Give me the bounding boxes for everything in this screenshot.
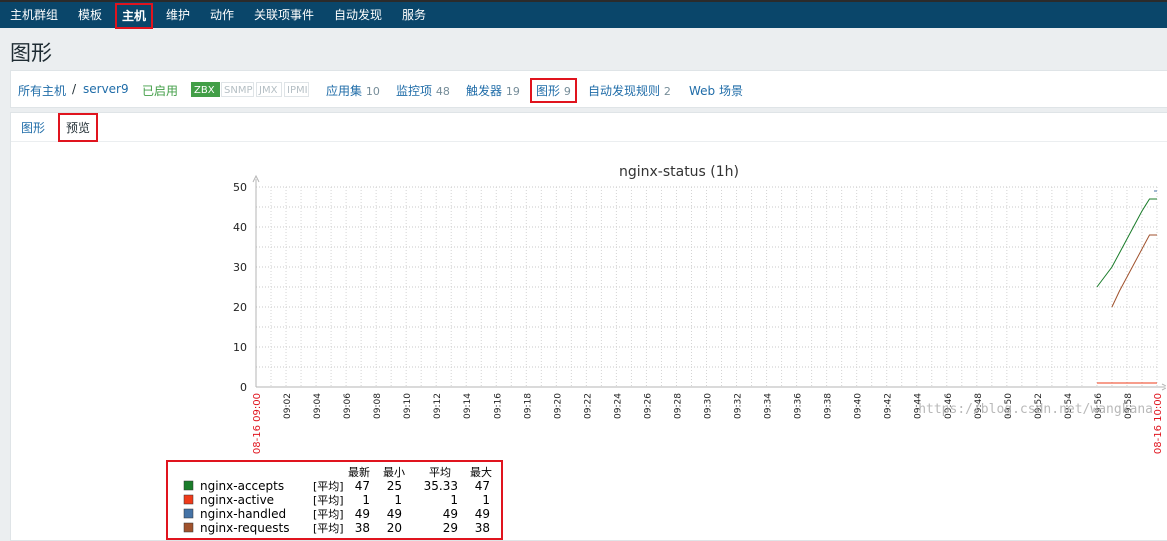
- applications-count: 10: [365, 85, 380, 98]
- y-tick-label: 0: [240, 381, 247, 394]
- triggers-count: 19: [505, 85, 520, 98]
- graphs-label: 图形: [536, 84, 561, 98]
- x-tick-label: 09:34: [764, 393, 774, 419]
- top-menu-bar: 主机群组 模板 主机 维护 动作 关联项事件 自动发现 服务: [0, 0, 1167, 29]
- host-link[interactable]: server9: [83, 82, 129, 96]
- web-scenarios-label: Web 场景: [689, 84, 743, 98]
- items-count: 48: [435, 85, 450, 98]
- host-navigation: 所有主机 / server9 已启用 ZBX SNMP JMX IPMI 应用集…: [10, 70, 1167, 108]
- x-tick-label: 09:30: [704, 393, 714, 419]
- zbx-availability-badge: ZBX: [191, 82, 220, 97]
- x-tick-label: 09:36: [794, 393, 804, 419]
- x-tick-label: 09:12: [433, 393, 443, 419]
- all-hosts-link[interactable]: 所有主机: [18, 82, 66, 99]
- nav-item-4[interactable]: 动作: [204, 2, 240, 28]
- x-start-time-label: 08-16 09:00: [252, 393, 263, 454]
- graph-axes: [252, 174, 1166, 391]
- triggers-label: 触发器: [466, 84, 503, 98]
- snmp-availability-badge: SNMP: [221, 82, 254, 97]
- nav-item-3[interactable]: 维护: [160, 2, 196, 28]
- x-tick-label: 09:02: [283, 393, 293, 419]
- x-tick-label: 09:04: [313, 393, 323, 419]
- x-tick-label: 09:22: [583, 393, 593, 419]
- series-line-nginx-requests: [1111, 234, 1157, 308]
- graphs-link[interactable]: 图形 9: [530, 78, 577, 103]
- y-tick-label: 30: [233, 261, 247, 274]
- x-end-time-label: 08-16 10:00: [1153, 393, 1164, 454]
- nav-item-7[interactable]: 服务: [396, 2, 432, 28]
- ipmi-availability-badge: IPMI: [284, 82, 309, 97]
- graph-title: nginx-status (1h): [619, 164, 739, 180]
- y-tick-label: 10: [233, 341, 247, 354]
- x-tick-label: 09:18: [523, 393, 533, 419]
- x-tick-label: 09:16: [493, 393, 503, 419]
- page-title: 图形: [10, 41, 52, 65]
- graph-panel: 图形 预览 nginx-status (1h) 0 10 20 30 40 50 09:0…: [10, 112, 1167, 541]
- web-scenarios-link[interactable]: Web 场景: [689, 82, 743, 99]
- y-tick-label: 20: [233, 301, 247, 314]
- y-tick-label: 40: [233, 221, 247, 234]
- host-status-enabled[interactable]: 已启用: [142, 82, 178, 99]
- x-tick-label: 09:14: [463, 393, 473, 419]
- x-tick-label: 09:20: [553, 393, 563, 419]
- graph-grid: [256, 186, 1158, 388]
- x-tick-label: 09:08: [373, 393, 383, 419]
- nav-item-6[interactable]: 自动发现: [328, 2, 388, 28]
- nav-item-1[interactable]: 模板: [72, 2, 108, 28]
- legend-highlight-frame: [166, 460, 503, 540]
- x-tick-label: 09:10: [403, 393, 413, 419]
- applications-label: 应用集: [326, 84, 363, 98]
- nav-item-5[interactable]: 关联项事件: [248, 2, 320, 28]
- jmx-availability-badge: JMX: [256, 82, 282, 97]
- y-tick-labels: 0 10 20 30 40 50: [233, 181, 247, 394]
- x-tick-label: 09:40: [854, 393, 864, 419]
- discovery-rules-link[interactable]: 自动发现规则 2: [588, 82, 671, 99]
- nav-item-0[interactable]: 主机群组: [4, 2, 64, 28]
- series-line-nginx-accepts: [1096, 198, 1157, 288]
- applications-link[interactable]: 应用集 10: [326, 82, 380, 99]
- items-label: 监控项: [396, 84, 433, 98]
- x-tick-label: 09:42: [884, 393, 894, 419]
- x-tick-label: 09:32: [734, 393, 744, 419]
- x-tick-label: 09:06: [343, 393, 353, 419]
- x-tick-label: 09:26: [643, 393, 653, 419]
- breadcrumb-separator: /: [72, 82, 77, 96]
- discovery-rules-label: 自动发现规则: [588, 84, 661, 98]
- triggers-link[interactable]: 触发器 19: [466, 82, 520, 99]
- nav-item-2[interactable]: 主机: [115, 3, 153, 29]
- items-link[interactable]: 监控项 48: [396, 82, 450, 99]
- y-tick-label: 50: [233, 181, 247, 194]
- x-tick-label: 09:38: [824, 393, 834, 419]
- watermark: https://blog.csdn.net/wangkana: [918, 402, 1153, 417]
- x-tick-label: 09:28: [673, 393, 683, 419]
- graphs-count: 9: [563, 85, 571, 98]
- x-tick-label: 09:24: [613, 393, 623, 419]
- discovery-rules-count: 2: [663, 85, 671, 98]
